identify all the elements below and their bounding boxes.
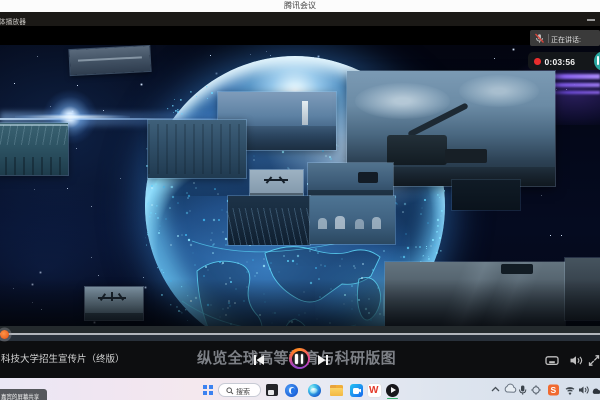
svg-text:S: S [551,385,557,395]
